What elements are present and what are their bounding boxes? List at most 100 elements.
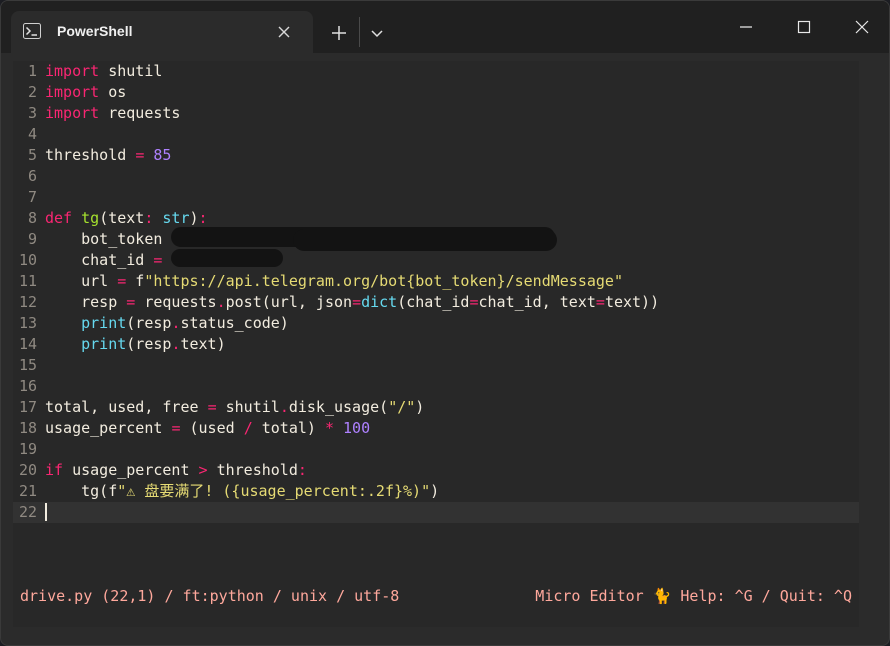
code-token: : xyxy=(198,209,208,227)
code-line[interactable]: 7 xyxy=(13,187,859,208)
code-line[interactable]: 13 print(resp.status_code) xyxy=(13,313,859,334)
code-line[interactable]: 2 import os xyxy=(13,82,859,103)
code-token: . xyxy=(279,398,289,416)
code-token: ) xyxy=(189,209,199,227)
code-token: ) xyxy=(415,398,425,416)
code-line[interactable]: 14 print(resp.text) xyxy=(13,334,859,355)
code-token: "https://api.telegram.org/bot{bot_token}… xyxy=(144,272,623,290)
code-token: tg xyxy=(81,209,100,227)
line-content xyxy=(45,502,47,523)
code-token: > xyxy=(198,461,208,479)
code-token: (text xyxy=(99,209,145,227)
tab-title: PowerShell xyxy=(57,23,133,39)
code-token: = xyxy=(153,251,163,269)
code-line[interactable]: 6 xyxy=(13,166,859,187)
line-content: url = f"https://api.telegram.org/bot{bot… xyxy=(45,271,623,292)
code-line[interactable]: 21 tg(f"⚠ 盘要满了! ({usage_percent:.2f}%)") xyxy=(13,481,859,502)
code-token: (chat_id xyxy=(397,293,470,311)
line-content: tg(f"⚠ 盘要满了! ({usage_percent:.2f}%)") xyxy=(45,481,439,502)
tab-powershell[interactable]: PowerShell xyxy=(11,11,313,53)
code-token: f xyxy=(126,272,145,290)
code-token: ) xyxy=(430,482,440,500)
code-token: url xyxy=(45,272,118,290)
minimize-icon[interactable] xyxy=(723,9,769,45)
line-number: 7 xyxy=(27,188,37,206)
code-line[interactable]: 16 xyxy=(13,376,859,397)
code-token: chat_id, text xyxy=(478,293,596,311)
code-line[interactable]: 19 xyxy=(13,439,859,460)
close-tab-icon[interactable] xyxy=(277,24,291,38)
new-tab-icon[interactable] xyxy=(327,21,351,45)
code-line[interactable]: 3 import requests xyxy=(13,103,859,124)
close-icon[interactable] xyxy=(839,9,885,45)
code-token: "/" xyxy=(388,398,416,416)
maximize-icon[interactable] xyxy=(781,9,827,45)
line-content: usage_percent = (used / total) * 100 xyxy=(45,418,370,439)
line-number: 3 xyxy=(27,104,37,122)
code-token: : xyxy=(297,461,307,479)
chevron-down-icon[interactable] xyxy=(365,23,389,43)
code-line[interactable]: 5 threshold = 85 xyxy=(13,145,859,166)
code-line[interactable]: 12 resp = requests.post(url, json=dict(c… xyxy=(13,292,859,313)
line-number: 19 xyxy=(18,440,37,458)
status-file-info: drive.py (22,1) / ft:python / unix / utf… xyxy=(20,587,400,605)
code-token: shutil xyxy=(99,62,163,80)
code-line[interactable]: 11 url = f"https://api.telegram.org/bot{… xyxy=(13,271,859,292)
code-token: = xyxy=(352,293,362,311)
code-token: def xyxy=(45,209,73,227)
powershell-icon xyxy=(23,23,41,39)
line-number: 5 xyxy=(27,146,37,164)
code-token: threshold xyxy=(45,146,136,164)
code-token: total, used, free xyxy=(45,398,208,416)
code-line[interactable]: 20 if usage_percent > threshold: xyxy=(13,460,859,481)
code-token: text)) xyxy=(604,293,660,311)
code-line[interactable]: 8 def tg(text: str): xyxy=(13,208,859,229)
status-bar: drive.py (22,1) / ft:python / unix / utf… xyxy=(20,587,852,609)
code-token: resp xyxy=(45,293,127,311)
code-token: threshold xyxy=(207,461,298,479)
status-help: Micro Editor 🐈 Help: ^G / Quit: ^Q xyxy=(535,587,852,605)
redaction-mark xyxy=(293,229,557,251)
code-token: = xyxy=(126,293,136,311)
line-number: 17 xyxy=(18,398,37,416)
code-token: usage_percent xyxy=(45,419,172,437)
line-content: total, used, free = shutil.disk_usage("/… xyxy=(45,397,424,418)
code-token: 100 xyxy=(343,419,371,437)
title-bar: PowerShell xyxy=(1,1,889,53)
code-line[interactable]: 1 import shutil xyxy=(13,61,859,82)
line-number: 4 xyxy=(27,125,37,143)
code-token: = xyxy=(117,272,127,290)
code-line[interactable]: 10 chat_id = xyxy=(13,250,859,271)
line-content: import shutil xyxy=(45,61,162,82)
code-area[interactable]: 1 import shutil 2 import os 3 import requests… xyxy=(13,61,859,523)
line-content: print(resp.text) xyxy=(45,334,226,355)
code-line[interactable]: 4 xyxy=(13,124,859,145)
code-token: os xyxy=(99,83,127,101)
code-token: status_code) xyxy=(180,314,289,332)
code-line[interactable]: 22 xyxy=(13,502,859,523)
code-token: / xyxy=(243,419,253,437)
line-content: def tg(text: str): xyxy=(45,208,208,229)
line-number: 2 xyxy=(27,83,37,101)
line-content: threshold = 85 xyxy=(45,145,171,166)
code-token: = xyxy=(135,146,145,164)
code-line[interactable]: 18 usage_percent = (used / total) * 100 xyxy=(13,418,859,439)
line-content: print(resp.status_code) xyxy=(45,313,289,334)
code-token: = xyxy=(469,293,479,311)
code-token: text) xyxy=(180,335,226,353)
code-editor[interactable]: 1 import shutil 2 import os 3 import requests… xyxy=(13,61,859,627)
code-token: = xyxy=(595,293,605,311)
code-token: total) xyxy=(252,419,325,437)
code-token: dict xyxy=(361,293,398,311)
line-content: bot_token = xyxy=(45,229,180,250)
line-number: 16 xyxy=(18,377,37,395)
code-line[interactable]: 17 total, used, free = shutil.disk_usage(… xyxy=(13,397,859,418)
code-token: "⚠ 盘要满了! ({usage_percent:.2f}%)" xyxy=(117,482,431,500)
code-token: print xyxy=(81,335,127,353)
code-token: usage_percent xyxy=(63,461,199,479)
code-line[interactable]: 15 xyxy=(13,355,859,376)
